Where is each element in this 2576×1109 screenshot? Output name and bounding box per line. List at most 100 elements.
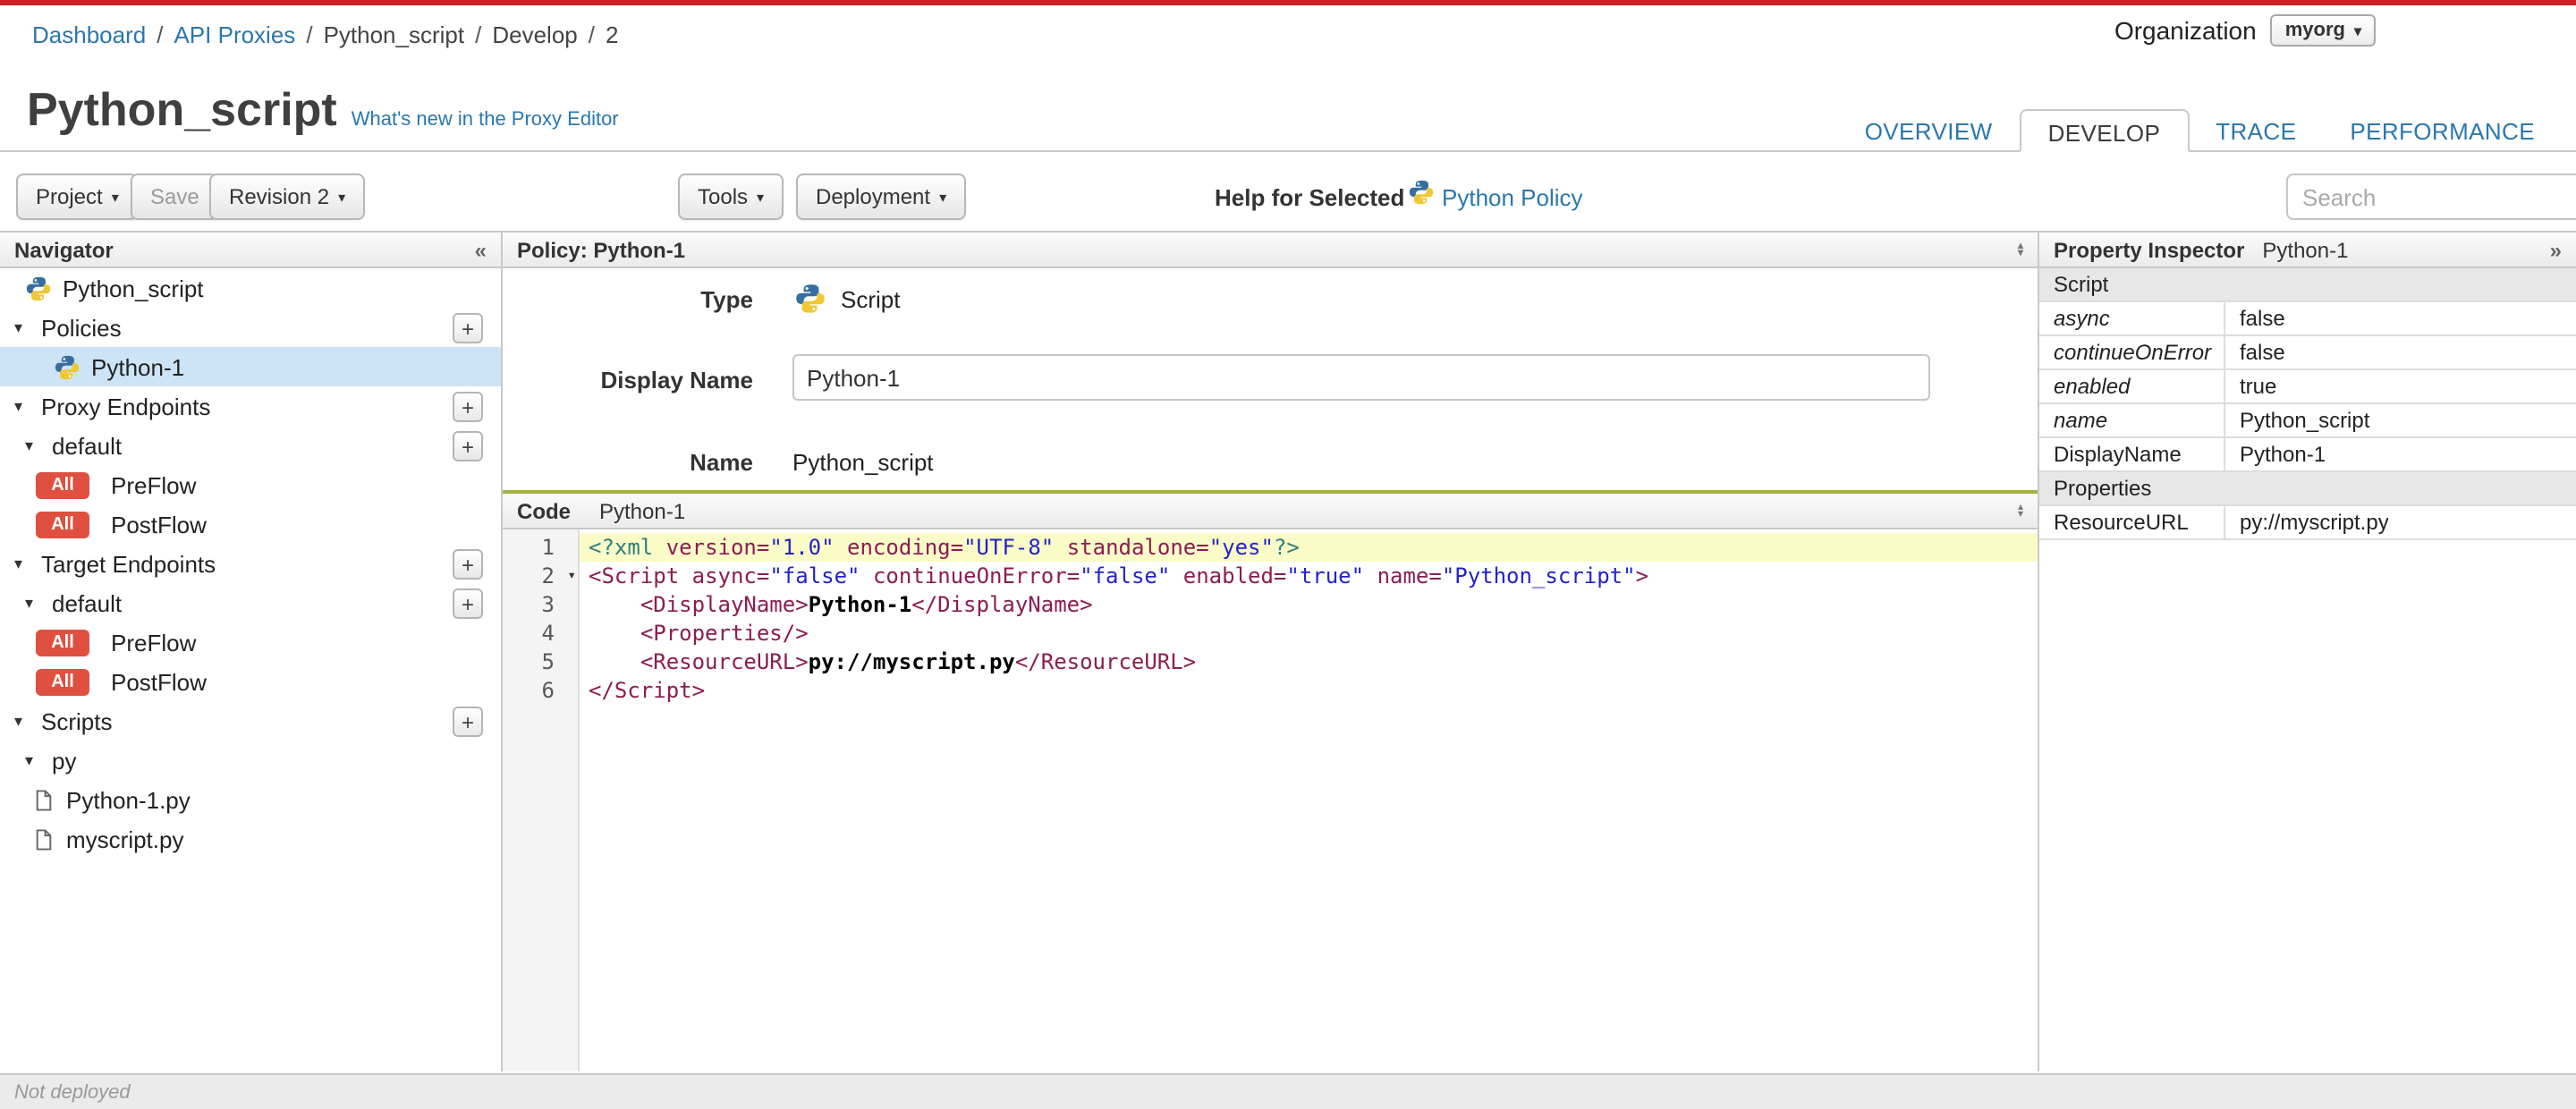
nav-item-myscript-py[interactable]: myscript.py	[0, 819, 501, 859]
nav-section-scripts[interactable]: ▾ Scripts +	[0, 701, 501, 741]
page-title: Python_script	[27, 82, 337, 136]
collapse-panel-icon[interactable]: »	[2550, 237, 2562, 262]
property-row-displayname: DisplayName Python-1	[2039, 438, 2576, 472]
tab-overview[interactable]: OVERVIEW	[1838, 109, 2020, 152]
tab-trace[interactable]: TRACE	[2189, 109, 2323, 152]
property-section-script: Script	[2039, 268, 2576, 302]
tools-button-label: Tools	[698, 184, 749, 209]
property-label: name	[2039, 404, 2225, 436]
collapse-expand-icon[interactable]: ▴ ▾	[2018, 502, 2023, 520]
nav-item-target-postflow[interactable]: All PostFlow	[0, 662, 501, 701]
python-icon	[796, 284, 825, 313]
nav-item-proxy-default[interactable]: ▾ default +	[0, 426, 501, 465]
property-inspector-header: Property Inspector Python-1 »	[2039, 231, 2576, 268]
property-value: false	[2240, 306, 2285, 331]
nav-item-target-preflow[interactable]: All PreFlow	[0, 622, 501, 662]
breadcrumb-dashboard[interactable]: Dashboard	[32, 21, 146, 48]
revision-button[interactable]: Revision 2 ▾	[209, 174, 366, 220]
code-gutter: 1 2 ▾ 3 4 5 6	[503, 529, 580, 1071]
organization-select[interactable]: myorg ▾	[2270, 14, 2376, 47]
collapse-panel-icon[interactable]: «	[475, 237, 487, 262]
breadcrumb-separator: /	[157, 21, 164, 48]
property-value: true	[2240, 374, 2277, 399]
navigator-title: Navigator	[14, 237, 114, 262]
add-proxy-endpoint-button[interactable]: +	[453, 392, 483, 422]
status-bar: Not deployed	[0, 1073, 2576, 1109]
display-name-input[interactable]	[792, 354, 1930, 401]
nav-section-label: Target Endpoints	[41, 550, 216, 577]
nav-section-label: Policies	[41, 314, 122, 341]
nav-item-proxy-root[interactable]: Python_script	[0, 268, 501, 308]
display-name-label: Display Name	[600, 367, 753, 394]
property-label: enabled	[2039, 370, 2225, 402]
project-button[interactable]: Project ▾	[16, 174, 139, 220]
code-line[interactable]: </Script>	[580, 676, 2038, 705]
nav-item-target-default[interactable]: ▾ default +	[0, 583, 501, 622]
code-line[interactable]: <ResourceURL>py://myscript.py</ResourceU…	[580, 648, 2038, 676]
nav-item-proxy-postflow[interactable]: All PostFlow	[0, 504, 501, 544]
nav-section-policies[interactable]: ▾ Policies +	[0, 308, 501, 347]
code-line[interactable]: <DisplayName>Python-1</DisplayName>	[580, 590, 2038, 619]
property-row-name: name Python_script	[2039, 404, 2576, 438]
save-button[interactable]: Save	[131, 174, 219, 220]
all-badge: All	[36, 511, 89, 538]
nav-section-target-endpoints[interactable]: ▾ Target Endpoints +	[0, 544, 501, 583]
triangle-down-icon[interactable]: ▾	[14, 711, 30, 731]
triangle-down-icon[interactable]: ▾	[25, 436, 41, 455]
add-policy-button[interactable]: +	[453, 313, 483, 343]
property-row-async: async false	[2039, 302, 2576, 336]
revision-button-label: Revision 2	[229, 184, 330, 209]
tools-button[interactable]: Tools ▾	[678, 174, 784, 220]
property-section-properties: Properties	[2039, 472, 2576, 506]
breadcrumb-revision: 2	[606, 21, 619, 48]
tab-develop[interactable]: DEVELOP	[2019, 109, 2190, 152]
code-line[interactable]: <Properties/>	[580, 619, 2038, 648]
triangle-down-icon[interactable]: ▾	[25, 750, 41, 770]
nav-item-python-1[interactable]: Python-1	[0, 347, 501, 386]
add-target-endpoint-button[interactable]: +	[453, 549, 483, 580]
code-editor[interactable]: 1 2 ▾ 3 4 5 6 <?xml version="1.0" encoding="UT…	[503, 529, 2038, 1071]
property-label: ResourceURL	[2039, 506, 2225, 538]
code-panel-header: Code Python-1 ▴ ▾	[503, 490, 2038, 529]
triangle-down-icon[interactable]: ▾	[14, 554, 30, 573]
all-badge: All	[36, 471, 89, 498]
whats-new-link[interactable]: What's new in the Proxy Editor	[352, 109, 619, 131]
breadcrumb-api-proxies[interactable]: API Proxies	[174, 21, 295, 48]
project-button-label: Project	[36, 184, 103, 209]
breadcrumb-proxy-name: Python_script	[323, 21, 465, 48]
code-lines[interactable]: <?xml version="1.0" encoding="UTF-8" sta…	[580, 529, 2038, 1071]
add-script-button[interactable]: +	[453, 707, 483, 737]
all-badge: All	[36, 629, 89, 656]
nav-item-proxy-preflow[interactable]: All PreFlow	[0, 465, 501, 504]
nav-item-label: PreFlow	[111, 629, 197, 656]
add-flow-button[interactable]: +	[453, 431, 483, 461]
code-line[interactable]: <Script async="false" continueOnError="f…	[580, 562, 2038, 590]
code-line[interactable]: <?xml version="1.0" encoding="UTF-8" sta…	[580, 533, 2038, 562]
triangle-down-icon[interactable]: ▾	[25, 593, 41, 613]
property-section-label: Properties	[2054, 476, 2152, 501]
code-fold-icon[interactable]: ▾	[567, 562, 576, 590]
add-flow-button[interactable]: +	[453, 588, 483, 619]
help-for-selected-label: Help for Selected	[1215, 184, 1405, 211]
triangle-down-icon[interactable]: ▾	[14, 317, 30, 337]
nav-group-py[interactable]: ▾ py	[0, 741, 501, 780]
nav-item-label: Python-1.py	[66, 786, 191, 813]
python-policy-help-link[interactable]: Python Policy	[1442, 184, 1583, 211]
search-input[interactable]	[2286, 174, 2576, 220]
tab-performance[interactable]: PERFORMANCE	[2323, 109, 2562, 152]
property-row-continueonerror: continueOnError false	[2039, 336, 2576, 370]
deployment-status-text: Not deployed	[14, 1082, 131, 1104]
policy-panel-header: Policy: Python-1 ▴ ▾	[503, 231, 2038, 268]
deployment-button[interactable]: Deployment ▾	[796, 174, 967, 220]
python-icon	[26, 275, 51, 301]
title-row: Python_script What's new in the Proxy Ed…	[27, 82, 619, 138]
nav-item-python-1-py[interactable]: Python-1.py	[0, 780, 501, 819]
organization-value: myorg	[2284, 20, 2345, 41]
nav-section-proxy-endpoints[interactable]: ▾ Proxy Endpoints +	[0, 386, 501, 426]
triangle-down-icon[interactable]: ▾	[14, 396, 30, 416]
property-row-resourceurl: ResourceURL py://myscript.py	[2039, 506, 2576, 540]
main-tabs: OVERVIEW DEVELOP TRACE PERFORMANCE	[1838, 109, 2562, 152]
organization-label: Organization	[2114, 16, 2257, 45]
collapse-expand-icon[interactable]: ▴ ▾	[2018, 241, 2023, 258]
property-inspector-panel: Property Inspector Python-1 » Script asy…	[2039, 231, 2576, 1071]
